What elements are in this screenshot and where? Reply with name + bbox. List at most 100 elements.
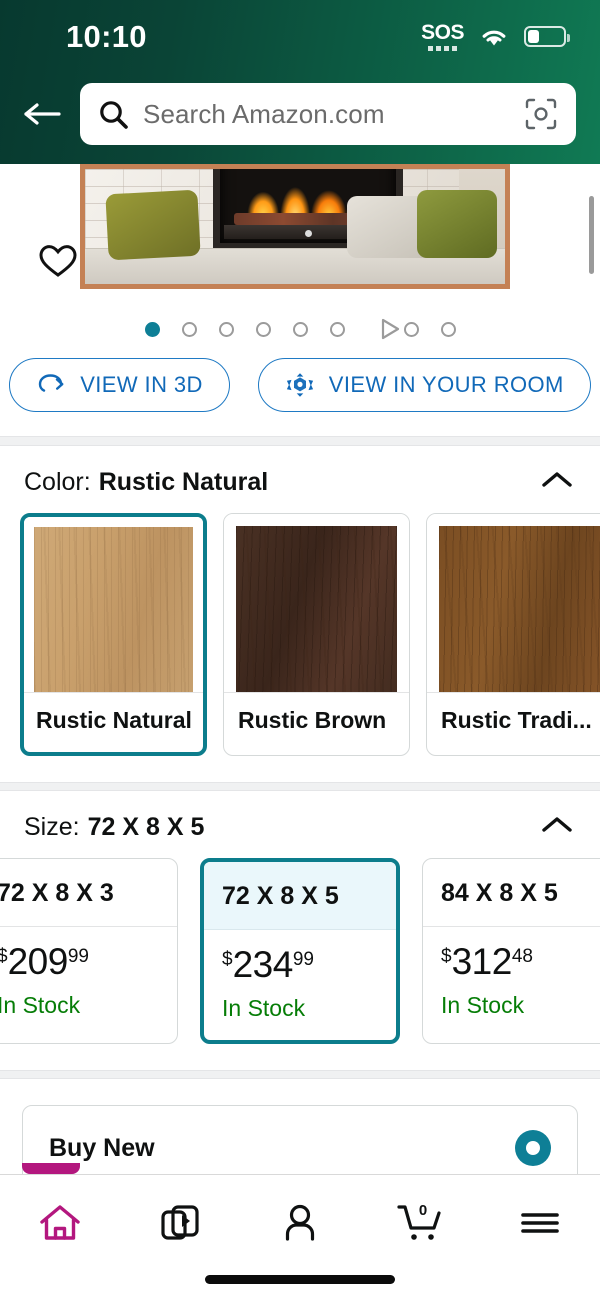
size-option-price: $20999: [0, 943, 159, 980]
hamburger-menu-icon: [521, 1213, 559, 1233]
color-swatch-image: [24, 517, 203, 692]
size-option-detail: $31248 In Stock: [423, 927, 600, 1037]
pillow-olive-right: [417, 190, 497, 258]
color-section-header[interactable]: Color: Rustic Natural: [0, 446, 600, 513]
color-option-rustic-traditional[interactable]: Rustic Tradi...: [426, 513, 600, 756]
price-whole: 234: [232, 944, 294, 985]
size-option-stock: In Stock: [0, 992, 81, 1018]
view-in-3d-label: VIEW IN 3D: [80, 372, 203, 397]
signal-dots: [428, 45, 458, 51]
section-divider-2: [0, 782, 600, 791]
play-triangle-icon: [381, 318, 399, 340]
price-fraction: 99: [67, 946, 89, 967]
chevron-up-icon: [542, 472, 572, 487]
size-option-stock: In Stock: [222, 995, 306, 1021]
nav-inspire[interactable]: [138, 1193, 222, 1253]
carousel-dot-5[interactable]: [292, 321, 308, 337]
carousel-dot-8[interactable]: [403, 321, 419, 337]
price-currency: $: [441, 946, 452, 967]
size-option-label: 84 X 8 X 5: [423, 859, 600, 927]
person-icon: [285, 1204, 315, 1241]
carousel-pagination: [0, 306, 600, 352]
price-whole: 312: [451, 941, 513, 982]
wishlist-button[interactable]: [36, 239, 80, 283]
size-selected-value: 72 X 8 X 5: [87, 813, 205, 841]
nav-cart[interactable]: 0: [378, 1193, 462, 1253]
product-image[interactable]: [80, 164, 510, 289]
size-option-detail: $23499 In Stock: [204, 930, 396, 1040]
color-option-label: Rustic Tradi...: [427, 692, 600, 752]
size-option-price: $23499: [222, 946, 378, 983]
view-in-your-room-label: VIEW IN YOUR ROOM: [328, 372, 564, 397]
ar-button-row: VIEW IN 3D VIEW IN YOUR ROOM: [0, 352, 600, 436]
pillow-olive-left: [105, 189, 201, 261]
search-row: Search Amazon.com: [0, 80, 600, 148]
view-in-3d-button[interactable]: VIEW IN 3D: [9, 358, 230, 412]
size-option-72x8x3[interactable]: 72 X 8 X 3 $20999 In Stock: [0, 858, 178, 1044]
search-placeholder: Search Amazon.com: [143, 98, 385, 129]
size-option-label: 72 X 8 X 3: [0, 859, 177, 927]
cart-icon: 0: [397, 1202, 441, 1240]
status-clock: 10:10: [66, 18, 147, 54]
price-fraction: 48: [511, 946, 533, 967]
camera-scan-icon[interactable]: [524, 97, 558, 131]
size-option-price: $31248: [441, 943, 600, 980]
status-indicators: SOS: [421, 22, 570, 51]
color-option-label: Rustic Natural: [24, 692, 203, 752]
buy-new-radio[interactable]: [515, 1130, 551, 1166]
size-option-row: 72 X 8 X 3 $20999 In Stock 72 X 8 X 5 $2…: [0, 858, 600, 1044]
color-selected-value: Rustic Natural: [98, 468, 269, 496]
size-collapse-button[interactable]: [540, 814, 574, 841]
carousel-dot-2[interactable]: [181, 321, 197, 337]
arrow-left-icon: [24, 103, 61, 125]
size-option-72x8x5[interactable]: 72 X 8 X 5 $23499 In Stock: [200, 858, 400, 1044]
color-swatch-image: [224, 514, 409, 692]
size-option-detail: $20999 In Stock: [0, 927, 177, 1037]
cart-badge-count: 0: [419, 1202, 427, 1219]
carousel-dot-3[interactable]: [218, 321, 234, 337]
media-play-icon: [161, 1205, 199, 1240]
carousel-dot-1[interactable]: [144, 321, 160, 337]
wifi-icon: [482, 30, 506, 45]
carousel-dot-4[interactable]: [255, 321, 271, 337]
section-divider-1: [0, 436, 600, 446]
color-collapse-button[interactable]: [540, 469, 574, 496]
gallery-scrollbar[interactable]: [589, 196, 594, 274]
price-currency: $: [222, 949, 233, 970]
size-option-84x8x5[interactable]: 84 X 8 X 5 $31248 In Stock: [422, 858, 600, 1044]
price-fraction: 99: [292, 949, 314, 970]
color-swatch-row: Rustic Natural Rustic Brown Rustic Tradi…: [0, 513, 600, 756]
home-indicator: [205, 1275, 395, 1284]
search-input[interactable]: Search Amazon.com: [80, 83, 576, 145]
sos-indicator: SOS: [421, 22, 464, 51]
color-option-label: Rustic Brown: [224, 692, 409, 752]
carousel-dot-9[interactable]: [440, 321, 456, 337]
size-option-label: 72 X 8 X 5: [204, 862, 396, 930]
sos-label: SOS: [421, 20, 464, 44]
nav-account[interactable]: [258, 1193, 342, 1253]
price-whole: 209: [7, 941, 69, 982]
size-label-wrap: Size: 72 X 8 X 5: [24, 813, 204, 842]
nav-menu[interactable]: [498, 1193, 582, 1253]
nav-home[interactable]: [18, 1193, 102, 1253]
size-label: Size:: [24, 813, 80, 841]
section-divider-3: [0, 1070, 600, 1079]
color-option-rustic-natural[interactable]: Rustic Natural: [20, 513, 207, 756]
carousel-video-button[interactable]: [367, 318, 399, 340]
color-label: Color:: [24, 468, 91, 496]
color-swatch-image: [427, 514, 600, 692]
color-option-rustic-brown[interactable]: Rustic Brown: [223, 513, 410, 756]
color-label-wrap: Color: Rustic Natural: [24, 468, 268, 497]
hearth-knob: [305, 230, 312, 237]
view-in-your-room-button[interactable]: VIEW IN YOUR ROOM: [257, 358, 591, 412]
ar-cube-icon: [286, 373, 313, 397]
back-button[interactable]: [14, 86, 70, 142]
home-icon: [40, 1205, 80, 1240]
page-content: VIEW IN 3D VIEW IN YOUR ROOM Color: Rust…: [0, 164, 600, 1245]
size-option-stock: In Stock: [441, 992, 525, 1018]
size-section-header[interactable]: Size: 72 X 8 X 5: [0, 791, 600, 858]
carousel-dot-6[interactable]: [329, 321, 345, 337]
search-icon: [100, 100, 128, 129]
app-header: 10:10 SOS Search Amazon.com: [0, 0, 600, 164]
heart-icon: [39, 245, 77, 277]
